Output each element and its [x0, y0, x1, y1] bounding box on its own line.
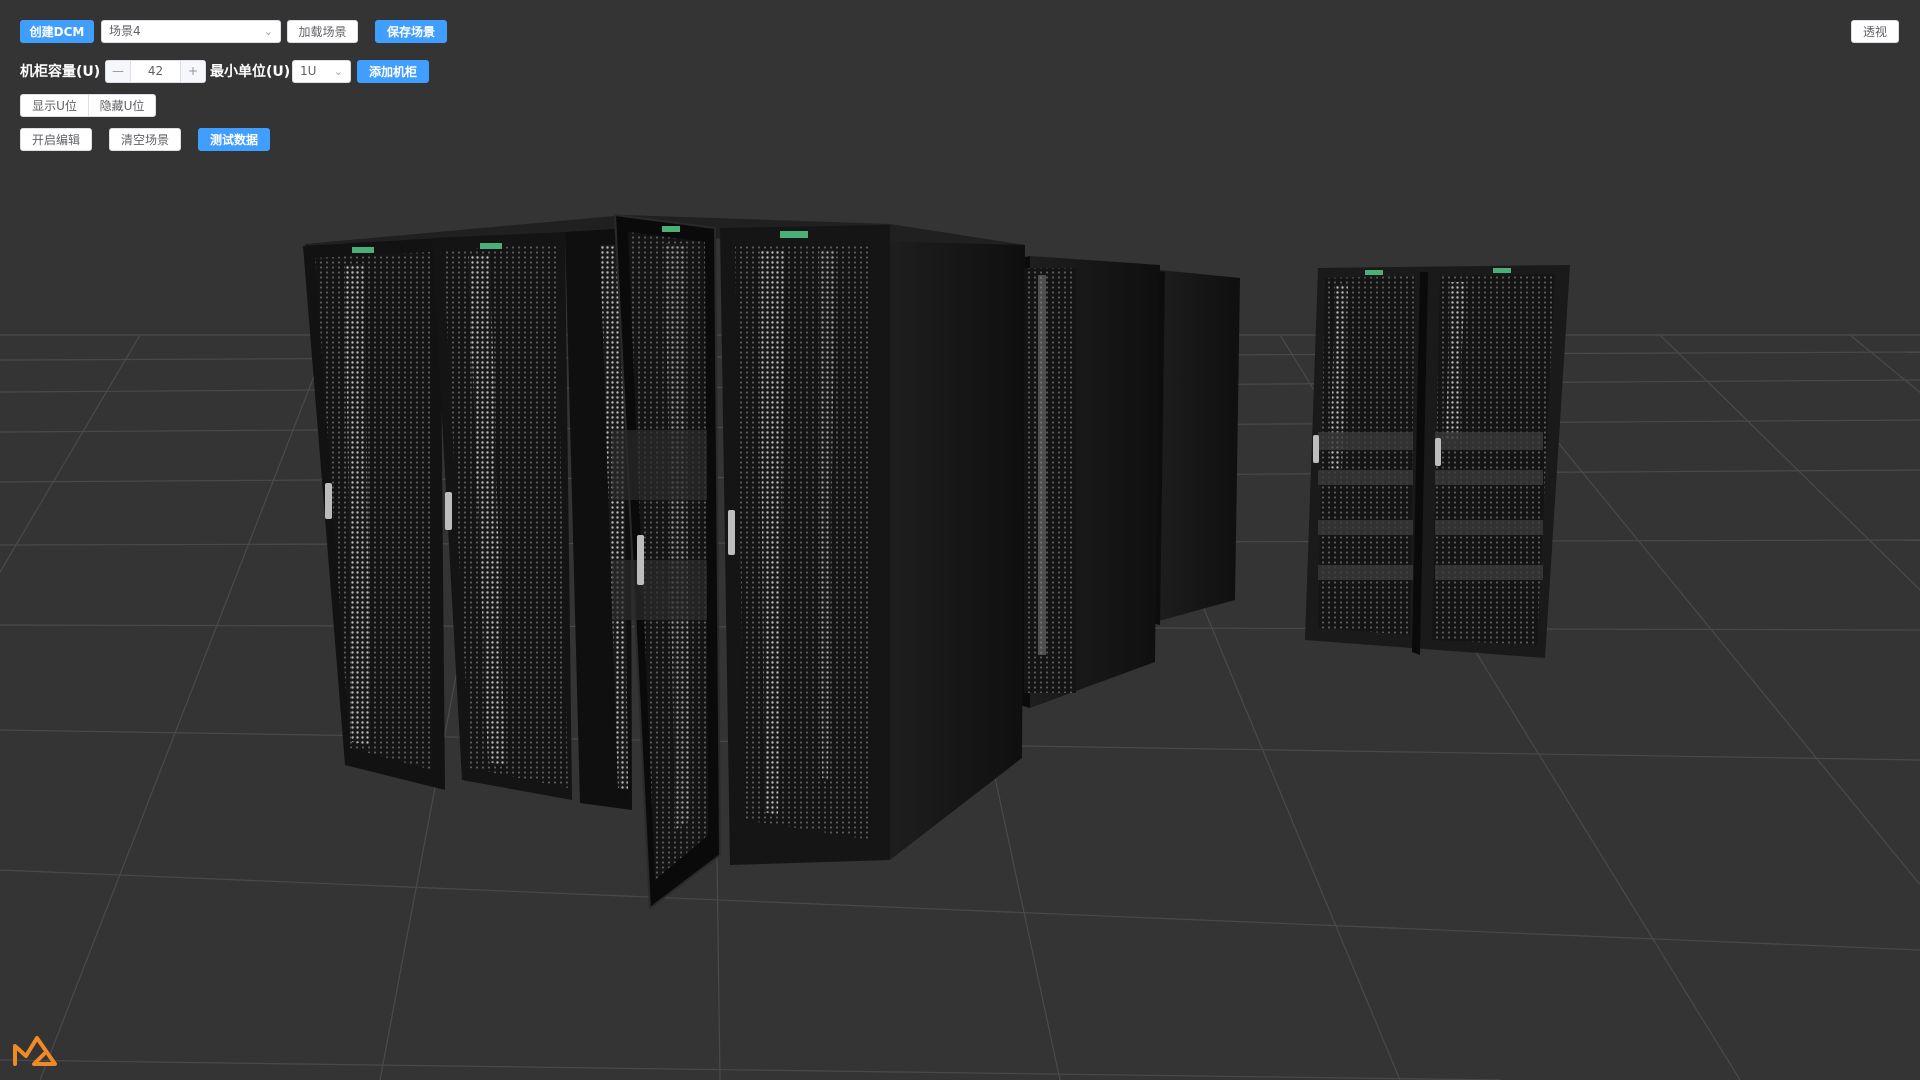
rack-middle[interactable] — [1020, 256, 1160, 708]
hide-u-button[interactable]: 隐藏U位 — [88, 94, 156, 117]
load-scene-button[interactable]: 加载场景 — [287, 20, 358, 43]
min-unit-select[interactable]: 1U ⌄ — [292, 60, 351, 83]
3d-viewport[interactable] — [0, 0, 1920, 1080]
rack-pair-right[interactable] — [1305, 265, 1570, 658]
cabinet-capacity-value[interactable]: 42 — [131, 61, 180, 82]
chevron-down-icon: ⌄ — [263, 25, 273, 38]
min-unit-label: 最小单位(U) — [210, 64, 291, 80]
minus-icon[interactable]: — — [106, 61, 131, 82]
scene-select[interactable]: 场景4 ⌄ — [101, 20, 281, 43]
perspective-button[interactable]: 透视 — [1851, 20, 1899, 43]
rack-cluster-main[interactable] — [303, 213, 1025, 910]
create-dcm-button[interactable]: 创建DCM — [20, 20, 94, 43]
scene-select-value: 场景4 — [109, 24, 141, 38]
min-unit-value: 1U — [300, 64, 317, 78]
plus-icon[interactable]: + — [180, 61, 205, 82]
clear-scene-button[interactable]: 清空场景 — [109, 128, 181, 151]
save-scene-button[interactable]: 保存场景 — [375, 20, 447, 43]
cabinet-capacity-label: 机柜容量(U) — [20, 64, 101, 80]
test-data-button[interactable]: 测试数据 — [198, 128, 270, 151]
show-u-button[interactable]: 显示U位 — [20, 94, 89, 117]
cabinet-capacity-stepper[interactable]: — 42 + — [105, 60, 206, 83]
add-cabinet-button[interactable]: 添加机柜 — [357, 60, 429, 83]
chevron-down-icon: ⌄ — [333, 65, 343, 78]
edit-mode-button[interactable]: 开启编辑 — [20, 128, 92, 151]
brand-logo-icon — [13, 1036, 57, 1066]
